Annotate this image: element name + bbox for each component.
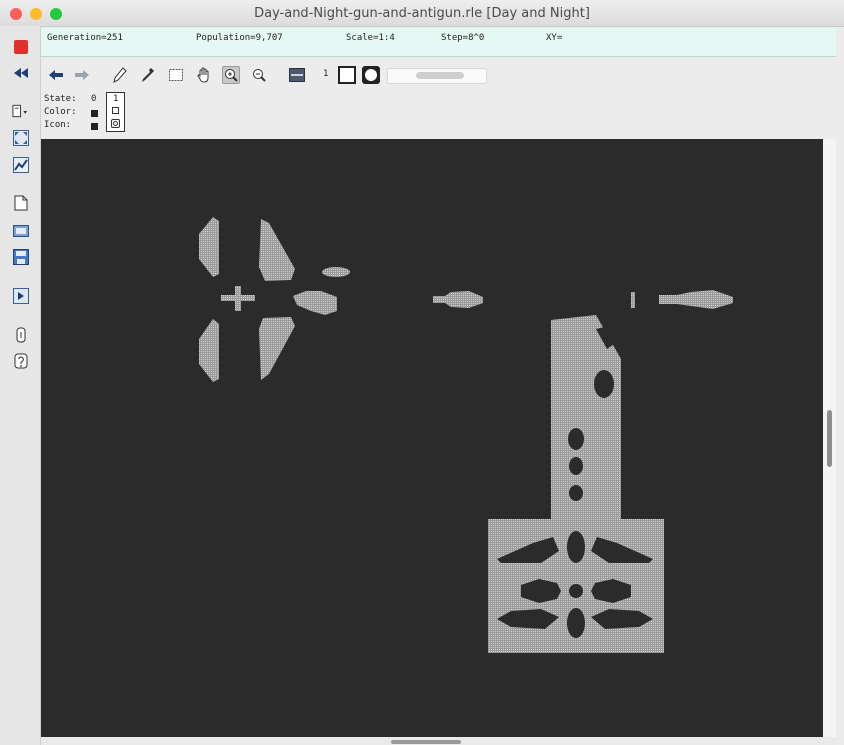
moving-ship-center (433, 291, 483, 308)
state-row: State: 0 (44, 94, 96, 106)
base-bottom-center (567, 608, 585, 638)
draw-state-number: 1 (323, 69, 329, 79)
open-script-button[interactable] (12, 287, 29, 304)
column-blob-2 (568, 428, 584, 450)
scale-slider[interactable] (387, 68, 487, 84)
small-debris (631, 292, 635, 308)
selected-state-box[interactable]: 1 (106, 92, 125, 132)
window-titlebar: Day-and-Night-gun-and-antigun.rle [Day a… (0, 0, 844, 27)
xy-readout: XY= (546, 33, 563, 43)
help-icon (14, 353, 27, 368)
zoom-in-icon (225, 69, 238, 82)
open-pattern-button[interactable] (12, 221, 29, 238)
zoom-in-tool-button[interactable] (222, 66, 240, 84)
population-readout: Population=9,707 (196, 33, 283, 43)
layers-icon (289, 68, 305, 82)
icon-row: Icon: (44, 120, 98, 132)
left-gun-oval-puffer (322, 267, 350, 277)
column-blob-4 (569, 485, 583, 501)
window-title: Day-and-Night-gun-and-antigun.rle [Day a… (254, 6, 590, 21)
left-gun-bottom-right-wedge (259, 317, 295, 380)
reset-icon (13, 67, 28, 78)
horizontal-scroll-thumb[interactable] (391, 740, 461, 744)
generation-readout: Generation=251 (47, 33, 123, 43)
reset-button[interactable] (12, 64, 29, 81)
moving-ship-right (659, 290, 733, 309)
undo-button[interactable] (47, 66, 65, 84)
live-color-swatch[interactable] (112, 107, 119, 114)
column-blob-1 (594, 370, 614, 398)
new-pattern-icon (14, 195, 27, 210)
open-pattern-icon (12, 224, 29, 237)
stop-icon (13, 39, 28, 54)
draw-state-swatch[interactable] (337, 65, 357, 85)
state-label: State: (44, 94, 77, 104)
open-script-icon (12, 287, 29, 304)
edit-toolbar: 1 (41, 60, 836, 92)
chart-icon (12, 156, 29, 173)
pick-tool-button[interactable] (139, 66, 157, 84)
save-pattern-icon (12, 248, 29, 265)
draw-state-icon-swatch[interactable] (361, 65, 381, 85)
layers-button[interactable] (288, 66, 306, 84)
pattern-view (199, 217, 733, 653)
vertical-scroll-thumb[interactable] (827, 410, 832, 467)
info-icon (16, 327, 25, 342)
left-toolbar (0, 26, 41, 745)
dead-color-swatch[interactable] (91, 110, 98, 117)
zoom-out-tool-button[interactable] (250, 66, 268, 84)
move-tool-button[interactable] (195, 66, 213, 84)
move-icon (197, 67, 209, 83)
status-bar: Generation=251 Population=9,707 Scale=1:… (41, 28, 836, 57)
help-button[interactable] (12, 352, 29, 369)
new-pattern-button[interactable] (12, 194, 29, 211)
dead-icon-swatch[interactable] (91, 123, 98, 130)
scale-slider-thumb[interactable] (416, 72, 464, 79)
select-tool-button[interactable] (167, 66, 185, 84)
save-pattern-button[interactable] (12, 248, 29, 265)
column-blob-3 (569, 457, 583, 475)
chart-button[interactable] (12, 156, 29, 173)
left-gun-center-cross (221, 286, 255, 311)
base-center-core (569, 584, 583, 598)
info-button[interactable] (12, 326, 29, 343)
redo-button[interactable] (73, 66, 91, 84)
select-icon (169, 69, 183, 81)
left-gun-top-left-spine (199, 217, 219, 277)
icon-label: Icon: (44, 120, 72, 130)
color-label: Color: (44, 107, 77, 117)
left-gun-top-right-wedge (259, 219, 295, 281)
fit-icon (12, 129, 29, 146)
horizontal-scrollbar[interactable] (41, 737, 836, 745)
stop-button[interactable] (12, 38, 29, 55)
fit-button[interactable] (12, 129, 29, 146)
scale-readout: Scale=1:4 (346, 33, 395, 43)
step-readout: Step=8^0 (441, 33, 485, 43)
pick-icon (142, 68, 154, 82)
pattern-canvas[interactable] (41, 139, 823, 737)
base-top-center (567, 531, 585, 563)
left-gun-bottom-left-spine (199, 319, 219, 382)
redo-icon (75, 70, 89, 80)
color-row: Color: (44, 107, 98, 119)
vertical-scrollbar[interactable] (823, 139, 836, 737)
undo-icon (49, 70, 63, 80)
live-icon-swatch[interactable] (111, 119, 120, 128)
state-value: 0 (91, 94, 97, 104)
left-gun-right-spaceship (293, 291, 337, 315)
algorithm-button[interactable] (12, 102, 29, 119)
selected-state-number: 1 (113, 94, 119, 104)
draw-icon (113, 67, 127, 83)
draw-tool-button[interactable] (111, 66, 129, 84)
zoom-out-icon (253, 69, 266, 82)
algorithm-icon (12, 104, 28, 117)
